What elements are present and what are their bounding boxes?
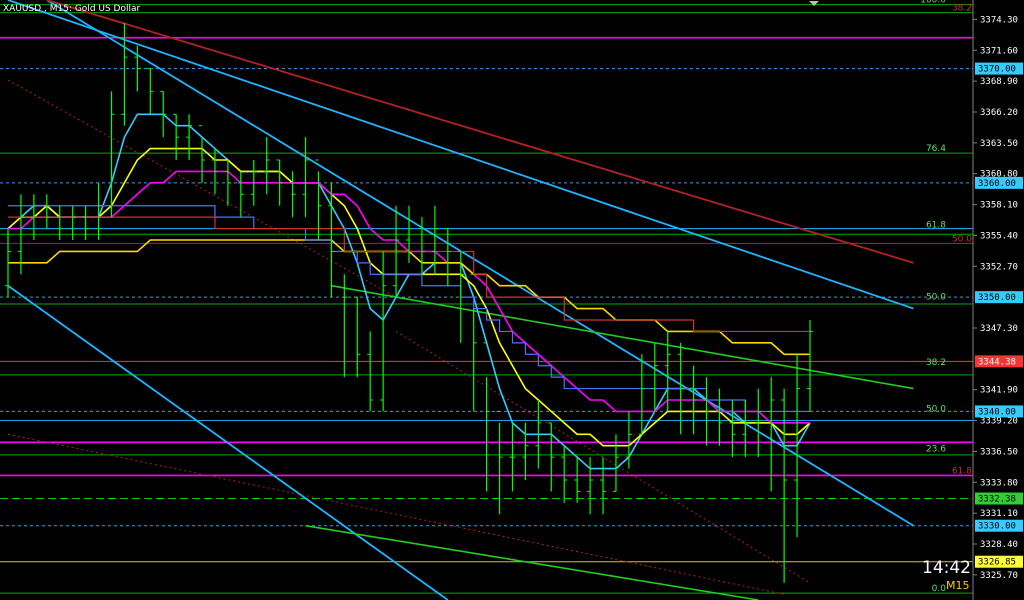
price-chart[interactable]: 100.0 76.4 61.8 50.0 38.2 50.0 23.6 0.0 38.2 50.0… xyxy=(0,0,1024,600)
fib-label: 23.6 xyxy=(926,445,946,455)
price-tag: 3326.85 xyxy=(975,555,1023,568)
fib-label-red: 50.0 xyxy=(952,234,972,244)
price-tag-label: 3360.00 xyxy=(978,179,1016,189)
axis-tick-label: 3374.30 xyxy=(980,15,1018,25)
axis-tick-label: 3368.90 xyxy=(980,77,1018,87)
axis-tick-label: 3363.50 xyxy=(980,139,1018,149)
time-clock: 14:42 xyxy=(922,558,971,578)
timeframe-label: M15 xyxy=(946,579,970,592)
axis-tick-label: 3355.40 xyxy=(980,231,1018,241)
price-tag-label: 3340.00 xyxy=(978,407,1016,417)
fib-label: 61.8 xyxy=(926,221,946,231)
fib-label: 50.0 xyxy=(926,405,946,415)
fib-label: 50.0 xyxy=(926,293,946,303)
axis-tick-label: 3366.20 xyxy=(980,108,1018,118)
price-tag-label: 3350.00 xyxy=(978,293,1016,303)
price-tag-label: 3370.00 xyxy=(978,65,1016,75)
price-tag-label: 3332.38 xyxy=(978,495,1016,505)
price-tag: 3332.38 xyxy=(975,492,1023,505)
price-tag: 3340.00 xyxy=(975,405,1023,418)
fib-label-red: 38.2 xyxy=(952,4,972,14)
fib-label-red: 61.8 xyxy=(952,466,972,476)
axis-tick-label: 3336.50 xyxy=(980,447,1018,457)
axis-tick-label: 3358.10 xyxy=(980,201,1018,211)
price-tag: 3350.00 xyxy=(975,291,1023,304)
axis-tick-label: 3339.20 xyxy=(980,417,1018,427)
price-tag-label: 3344.38 xyxy=(978,357,1016,367)
chart-background xyxy=(0,0,1024,600)
chart-title: XAUUSD , M15: Gold US Dollar xyxy=(3,4,141,14)
fib-label: 100.0 xyxy=(920,0,946,6)
price-tag: 3370.00 xyxy=(975,62,1023,75)
price-tag-label: 3326.85 xyxy=(978,558,1016,568)
fib-label: 38.2 xyxy=(926,358,946,368)
axis-tick-label: 3352.70 xyxy=(980,262,1018,272)
axis-tick-label: 3347.30 xyxy=(980,324,1018,334)
price-tag: 3330.00 xyxy=(975,519,1023,532)
price-tag-label: 3330.00 xyxy=(978,522,1016,532)
price-tag: 3360.00 xyxy=(975,176,1023,189)
fib-label: 0.0 xyxy=(932,584,947,594)
price-tag: 3344.38 xyxy=(975,355,1023,368)
axis-tick-label: 3333.80 xyxy=(980,478,1018,488)
axis-tick-label: 3328.40 xyxy=(980,540,1018,550)
axis-tick-label: 3325.70 xyxy=(980,571,1018,581)
axis-tick-label: 3331.10 xyxy=(980,509,1018,519)
axis-tick-label: 3341.90 xyxy=(980,386,1018,396)
fib-label: 76.4 xyxy=(926,144,946,154)
axis-tick-label: 3371.60 xyxy=(980,46,1018,56)
